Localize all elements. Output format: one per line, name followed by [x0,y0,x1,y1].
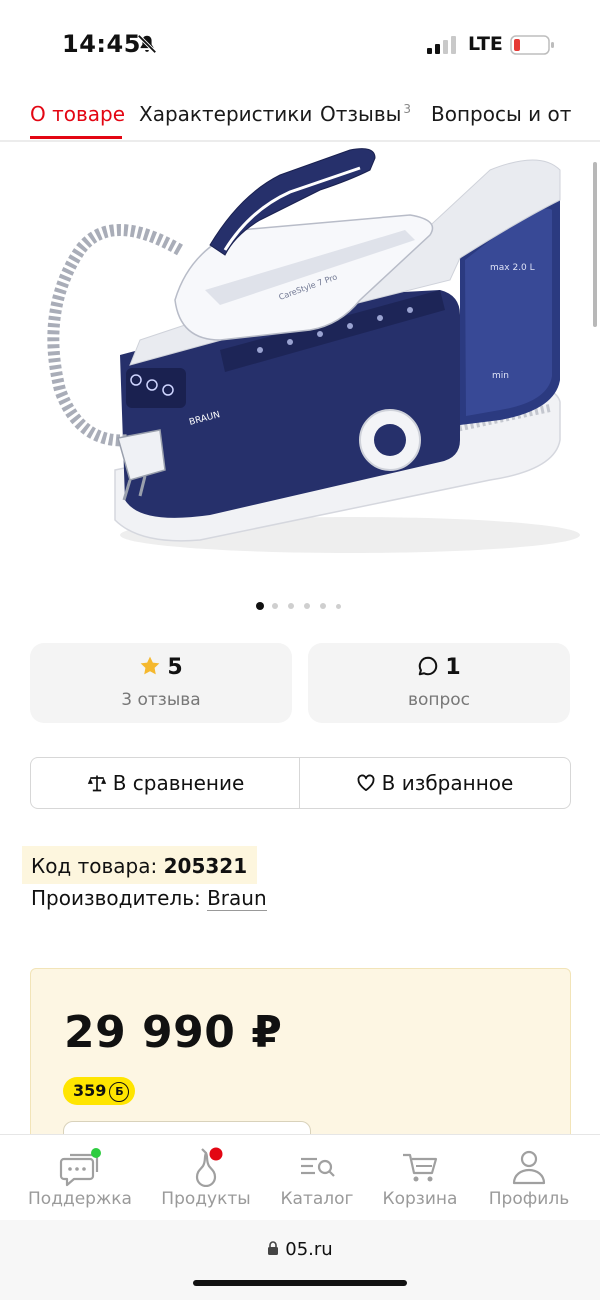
chat-bubble-icon [419,656,438,676]
rating-value-row: 5 [30,655,292,680]
sku-line: Код товара: 205321 [22,846,258,884]
nav-profile[interactable]: Профиль [469,1135,589,1221]
tab-about[interactable]: О товаре [30,102,125,126]
page-scrollbar[interactable] [593,162,597,327]
sku-value[interactable]: 205321 [164,854,248,878]
sku-label: Код товара: [31,854,158,878]
pagination-dot-5[interactable] [320,603,326,609]
price-value: 29 990 ₽ [64,1007,283,1058]
bonus-coin-icon: Б [109,1082,130,1102]
browser-address-bar[interactable]: 05.ru [0,1220,600,1300]
signal-icon [427,36,456,54]
home-indicator[interactable] [193,1280,407,1286]
pagination-dot-1[interactable] [256,602,264,610]
status-time: 14:45 [62,30,141,58]
rating-value: 5 [167,655,183,680]
compare-button[interactable]: В сравнение [31,758,300,808]
favorite-button[interactable]: В избранное [300,758,569,808]
profile-icon [512,1150,546,1185]
questions-label: вопрос [407,690,471,710]
url-row: 05.ru [0,1239,600,1260]
bonus-value: 359 [73,1081,107,1100]
tab-reviews[interactable]: Отзывы 3 [320,102,411,126]
catalog-search-icon [301,1157,335,1177]
network-label: LTE [468,33,503,55]
bell-slash-icon [137,34,157,54]
star-icon [140,656,160,675]
rating-card[interactable]: 5 3 отзыва [30,643,292,723]
action-buttons: В сравнение В избранное [30,757,571,809]
pagination-dot-2[interactable] [272,603,278,609]
bonus-badge[interactable]: 359 Б [63,1077,136,1105]
url-text: 05.ru [285,1239,333,1260]
compare-label: В сравнение [112,771,245,795]
manufacturer-line: Производитель: Braun [31,886,267,911]
products-notification-dot [209,1147,223,1161]
nav-support[interactable]: Поддержка [20,1135,140,1221]
nav-profile-label: Профиль [488,1189,570,1209]
heart-icon [357,774,375,791]
scales-icon [87,775,106,792]
manufacturer-label: Производитель: [31,886,201,910]
manufacturer-link[interactable]: Braun [207,886,267,911]
cart-icon [403,1153,438,1182]
tab-reviews-label: Отзывы [320,102,402,126]
active-tab-indicator [30,136,122,139]
favorite-label: В избранное [381,771,514,795]
nav-support-label: Поддержка [28,1189,132,1209]
chat-support-icon [59,1148,101,1187]
questions-value: 1 [445,655,461,680]
bottom-navigation: Поддержка Продукты Каталог Корзина Профи… [0,1134,600,1221]
tank-min-text: min [492,371,509,381]
support-notification-dot [91,1148,101,1158]
battery-low-icon [510,35,554,55]
tab-specs[interactable]: Характеристики [139,102,312,126]
questions-card[interactable]: 1 вопрос [308,643,570,723]
pagination-dot-3[interactable] [288,603,294,609]
product-tabs: О товаре Характеристики Отзывы 3 Вопросы … [0,90,600,142]
status-bar: 14:45 LTE [0,0,600,90]
lock-icon [268,1241,279,1255]
product-image[interactable]: max 2.0 L min BRAUN CareStyle 7 Pro [20,140,580,590]
tab-reviews-count: 3 [403,102,412,117]
pear-icon [195,1147,223,1187]
pagination-dot-4[interactable] [304,603,310,609]
questions-value-row: 1 [308,655,570,680]
tank-max-text: max 2.0 L [490,263,535,273]
tab-questions[interactable]: Вопросы и от [431,102,571,126]
pagination-dot-6[interactable] [336,603,341,609]
rating-count: 3 отзыва [121,690,201,710]
